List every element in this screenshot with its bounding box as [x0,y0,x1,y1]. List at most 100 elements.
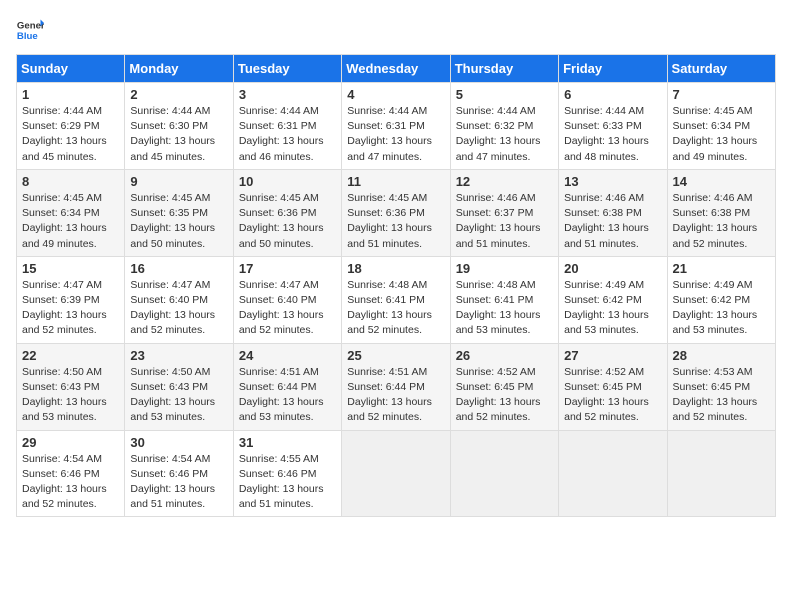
calendar-week-row: 15 Sunrise: 4:47 AM Sunset: 6:39 PM Dayli… [17,256,776,343]
day-info: Sunrise: 4:46 AM Sunset: 6:37 PM Dayligh… [456,191,553,252]
day-info: Sunrise: 4:45 AM Sunset: 6:34 PM Dayligh… [22,191,119,252]
calendar-cell: 7 Sunrise: 4:45 AM Sunset: 6:34 PM Daylig… [667,83,775,170]
day-header-wednesday: Wednesday [342,55,450,83]
calendar-cell: 4 Sunrise: 4:44 AM Sunset: 6:31 PM Daylig… [342,83,450,170]
day-number: 22 [22,348,119,363]
day-info: Sunrise: 4:49 AM Sunset: 6:42 PM Dayligh… [564,278,661,339]
calendar-cell: 23Sunrise: 4:50 AM Sunset: 6:43 PM Dayli… [125,343,233,430]
calendar-week-row: 22 Sunrise: 4:50 AM Sunset: 6:43 PM Dayli… [17,343,776,430]
logo-icon: General Blue [16,16,44,44]
day-info: Sunrise: 4:48 AM Sunset: 6:41 PM Dayligh… [456,278,553,339]
calendar-cell: 30 Sunrise: 4:54 AM Sunset: 6:46 PM Dayli… [125,430,233,517]
day-number: 17 [239,261,336,276]
day-info: Sunrise: 4:44 AM Sunset: 6:31 PM Dayligh… [347,104,444,165]
day-number: 12 [456,174,553,189]
day-number: 8 [22,174,119,189]
calendar-cell: 5 Sunrise: 4:44 AM Sunset: 6:32 PM Daylig… [450,83,558,170]
day-header-saturday: Saturday [667,55,775,83]
calendar-header-row: SundayMondayTuesdayWednesdayThursdayFrid… [17,55,776,83]
day-info: Sunrise: 4:45 AM Sunset: 6:34 PM Dayligh… [673,104,770,165]
calendar-week-row: 29 Sunrise: 4:54 AM Sunset: 6:46 PM Dayli… [17,430,776,517]
day-number: 2 [130,87,227,102]
day-info: Sunrise: 4:54 AM Sunset: 6:46 PM Dayligh… [22,452,119,513]
day-info: Sunrise: 4:44 AM Sunset: 6:29 PM Dayligh… [22,104,119,165]
day-number: 27 [564,348,661,363]
day-number: 1 [22,87,119,102]
calendar-cell: 10 Sunrise: 4:45 AM Sunset: 6:36 PM Dayli… [233,169,341,256]
day-info: Sunrise: 4:48 AM Sunset: 6:41 PM Dayligh… [347,278,444,339]
calendar-cell [559,430,667,517]
day-number: 29 [22,435,119,450]
day-number: 9 [130,174,227,189]
calendar-cell: 26Sunrise: 4:52 AM Sunset: 6:45 PM Dayli… [450,343,558,430]
calendar-week-row: 8 Sunrise: 4:45 AM Sunset: 6:34 PM Daylig… [17,169,776,256]
header: General Blue [16,16,776,44]
calendar-cell: 1 Sunrise: 4:44 AM Sunset: 6:29 PM Daylig… [17,83,125,170]
calendar-cell: 14Sunrise: 4:46 AM Sunset: 6:38 PM Dayli… [667,169,775,256]
calendar-cell: 27 Sunrise: 4:52 AM Sunset: 6:45 PM Dayli… [559,343,667,430]
calendar-cell [667,430,775,517]
day-number: 7 [673,87,770,102]
calendar-cell: 6 Sunrise: 4:44 AM Sunset: 6:33 PM Daylig… [559,83,667,170]
day-header-thursday: Thursday [450,55,558,83]
calendar-cell: 29 Sunrise: 4:54 AM Sunset: 6:46 PM Dayli… [17,430,125,517]
day-number: 10 [239,174,336,189]
day-number: 23 [130,348,227,363]
day-header-tuesday: Tuesday [233,55,341,83]
day-info: Sunrise: 4:44 AM Sunset: 6:32 PM Dayligh… [456,104,553,165]
day-info: Sunrise: 4:54 AM Sunset: 6:46 PM Dayligh… [130,452,227,513]
day-info: Sunrise: 4:50 AM Sunset: 6:43 PM Dayligh… [22,365,119,426]
calendar-cell: 20Sunrise: 4:49 AM Sunset: 6:42 PM Dayli… [559,256,667,343]
day-number: 5 [456,87,553,102]
day-number: 19 [456,261,553,276]
day-info: Sunrise: 4:45 AM Sunset: 6:35 PM Dayligh… [130,191,227,252]
calendar-cell: 25 Sunrise: 4:51 AM Sunset: 6:44 PM Dayli… [342,343,450,430]
calendar-cell: 22 Sunrise: 4:50 AM Sunset: 6:43 PM Dayli… [17,343,125,430]
day-number: 6 [564,87,661,102]
day-number: 4 [347,87,444,102]
day-info: Sunrise: 4:45 AM Sunset: 6:36 PM Dayligh… [347,191,444,252]
calendar-cell: 3Sunrise: 4:44 AM Sunset: 6:31 PM Daylig… [233,83,341,170]
calendar-cell [450,430,558,517]
logo: General Blue [16,16,44,44]
day-number: 31 [239,435,336,450]
calendar-cell: 2 Sunrise: 4:44 AM Sunset: 6:30 PM Daylig… [125,83,233,170]
calendar-cell: 12 Sunrise: 4:46 AM Sunset: 6:37 PM Dayli… [450,169,558,256]
calendar-cell [342,430,450,517]
day-info: Sunrise: 4:52 AM Sunset: 6:45 PM Dayligh… [564,365,661,426]
day-number: 25 [347,348,444,363]
day-info: Sunrise: 4:51 AM Sunset: 6:44 PM Dayligh… [239,365,336,426]
day-number: 18 [347,261,444,276]
day-number: 21 [673,261,770,276]
day-header-friday: Friday [559,55,667,83]
calendar-cell: 24 Sunrise: 4:51 AM Sunset: 6:44 PM Dayli… [233,343,341,430]
calendar-cell: 16Sunrise: 4:47 AM Sunset: 6:40 PM Dayli… [125,256,233,343]
svg-text:Blue: Blue [17,31,38,42]
day-number: 28 [673,348,770,363]
calendar-cell: 17 Sunrise: 4:47 AM Sunset: 6:40 PM Dayli… [233,256,341,343]
calendar-table: SundayMondayTuesdayWednesdayThursdayFrid… [16,54,776,517]
day-header-monday: Monday [125,55,233,83]
day-number: 24 [239,348,336,363]
day-info: Sunrise: 4:47 AM Sunset: 6:40 PM Dayligh… [239,278,336,339]
calendar-cell: 13 Sunrise: 4:46 AM Sunset: 6:38 PM Dayli… [559,169,667,256]
day-info: Sunrise: 4:45 AM Sunset: 6:36 PM Dayligh… [239,191,336,252]
calendar-cell: 19 Sunrise: 4:48 AM Sunset: 6:41 PM Dayli… [450,256,558,343]
day-info: Sunrise: 4:52 AM Sunset: 6:45 PM Dayligh… [456,365,553,426]
day-info: Sunrise: 4:55 AM Sunset: 6:46 PM Dayligh… [239,452,336,513]
day-header-sunday: Sunday [17,55,125,83]
calendar-cell: 15 Sunrise: 4:47 AM Sunset: 6:39 PM Dayli… [17,256,125,343]
day-info: Sunrise: 4:44 AM Sunset: 6:33 PM Dayligh… [564,104,661,165]
day-number: 3 [239,87,336,102]
calendar-cell: 8 Sunrise: 4:45 AM Sunset: 6:34 PM Daylig… [17,169,125,256]
day-info: Sunrise: 4:44 AM Sunset: 6:30 PM Dayligh… [130,104,227,165]
day-number: 15 [22,261,119,276]
day-info: Sunrise: 4:49 AM Sunset: 6:42 PM Dayligh… [673,278,770,339]
day-info: Sunrise: 4:46 AM Sunset: 6:38 PM Dayligh… [564,191,661,252]
day-info: Sunrise: 4:47 AM Sunset: 6:39 PM Dayligh… [22,278,119,339]
day-number: 13 [564,174,661,189]
day-info: Sunrise: 4:51 AM Sunset: 6:44 PM Dayligh… [347,365,444,426]
calendar-week-row: 1 Sunrise: 4:44 AM Sunset: 6:29 PM Daylig… [17,83,776,170]
calendar-cell: 11Sunrise: 4:45 AM Sunset: 6:36 PM Dayli… [342,169,450,256]
day-number: 30 [130,435,227,450]
